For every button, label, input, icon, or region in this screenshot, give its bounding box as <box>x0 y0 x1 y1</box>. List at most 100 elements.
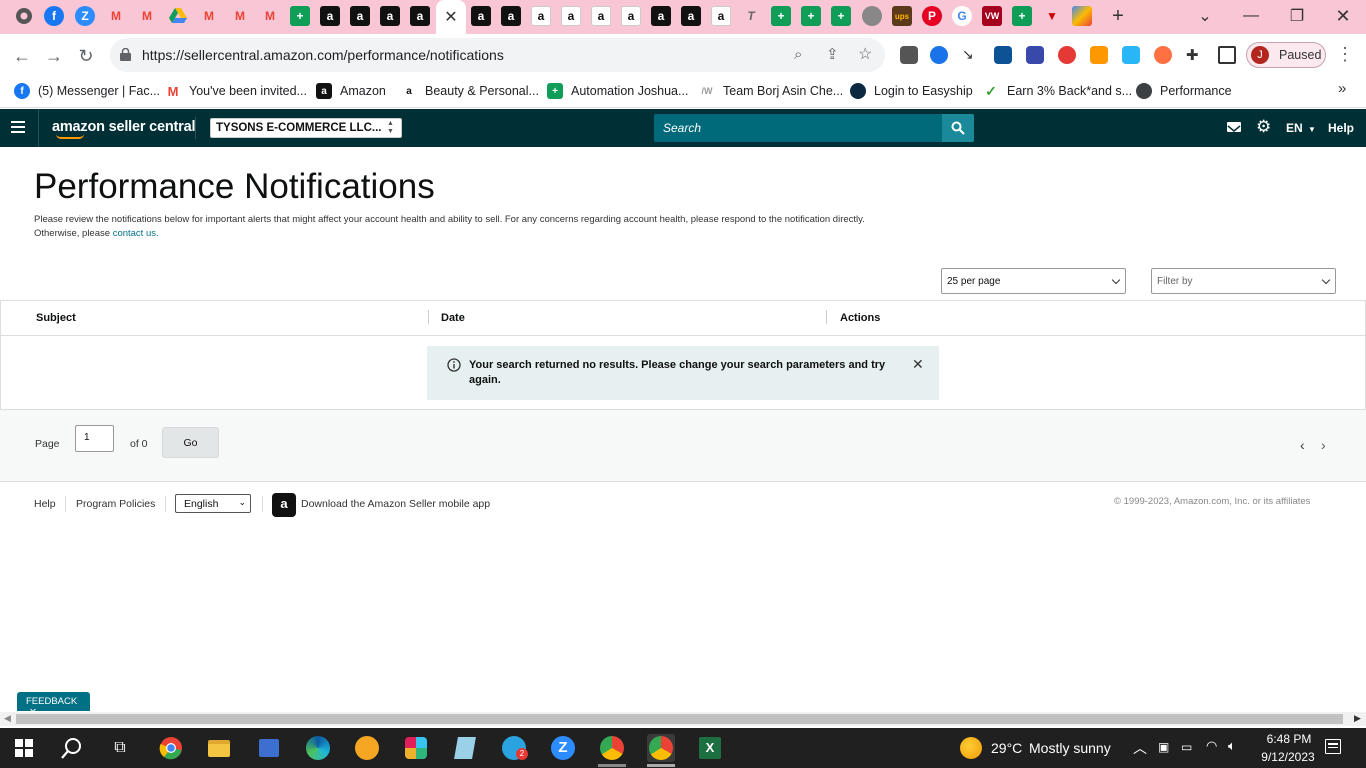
column-header-subject[interactable]: Subject <box>36 312 76 324</box>
vpn-icon[interactable] <box>353 734 381 762</box>
bookmark-automation[interactable]: + Automation Joshua... <box>547 82 688 100</box>
gmail-tab-icon[interactable]: M <box>230 6 250 26</box>
meet-now-icon[interactable]: ▣ <box>1158 740 1169 754</box>
bookmark-earn[interactable]: ✓ Earn 3% Back*and s... <box>983 82 1132 100</box>
chrome-profile-icon[interactable] <box>598 734 626 762</box>
footer-language-select[interactable]: English ⌄ <box>175 494 251 513</box>
extension-fba-icon[interactable] <box>1122 46 1140 64</box>
settings-gear-icon[interactable]: ⚙ <box>1256 117 1271 137</box>
gmail-tab-icon[interactable]: M <box>106 6 126 26</box>
amazon-tab-icon[interactable]: a <box>501 6 521 26</box>
amazon-tab-icon[interactable]: a <box>320 6 340 26</box>
extension-pokeball-icon[interactable] <box>1058 46 1076 64</box>
file-explorer-icon[interactable] <box>205 734 233 762</box>
tray-chevron-up-icon[interactable]: ︿ <box>1133 738 1147 758</box>
weather-condition[interactable]: Mostly sunny <box>1029 740 1111 756</box>
filter-select[interactable]: Filter by <box>1151 268 1336 294</box>
header-search[interactable]: Search <box>654 114 942 142</box>
sheets-tab-icon[interactable]: + <box>290 6 310 26</box>
maximize-button[interactable]: ❐ <box>1280 4 1314 28</box>
slack-icon[interactable] <box>402 734 430 762</box>
back-button[interactable]: ← <box>8 42 36 70</box>
bookmark-messenger[interactable]: f (5) Messenger | Fac... <box>14 82 160 100</box>
chrome-tab-icon[interactable] <box>14 6 34 26</box>
side-panel-icon[interactable] <box>1218 46 1236 64</box>
seller-app-icon[interactable]: a <box>272 493 296 517</box>
amazon-tab-icon[interactable]: a <box>410 6 430 26</box>
amazon-smile-tab-icon[interactable]: a <box>621 6 641 26</box>
sheets-tab-icon[interactable]: + <box>831 6 851 26</box>
weather-temperature[interactable]: 29°C <box>991 740 1022 756</box>
edge-icon[interactable] <box>304 734 332 762</box>
filter-tab-icon[interactable]: ▼ <box>1042 6 1062 26</box>
extension-ok-icon[interactable] <box>994 46 1012 64</box>
facebook-tab-icon[interactable]: f <box>44 6 64 26</box>
battery-icon[interactable]: ▭ <box>1181 740 1192 754</box>
go-button[interactable]: Go <box>162 427 219 458</box>
control-panel-icon[interactable] <box>255 734 283 762</box>
amazon-smile-tab-icon[interactable]: a <box>531 6 551 26</box>
windows-start-icon[interactable] <box>10 734 38 762</box>
globe-tab-icon[interactable] <box>862 6 882 26</box>
search-button[interactable] <box>942 114 974 142</box>
bookmark-amazon[interactable]: a Amazon <box>316 82 386 100</box>
seller-central-logo[interactable]: amazon seller central <box>52 119 195 135</box>
scrollbar-thumb[interactable] <box>16 714 1343 724</box>
sheets-tab-icon[interactable]: + <box>1012 6 1032 26</box>
amazon-tab-icon[interactable]: a <box>681 6 701 26</box>
program-policies-link[interactable]: Program Policies <box>76 498 155 510</box>
scroll-right-arrow-icon[interactable]: ▶ <box>1354 713 1361 724</box>
clock-time[interactable]: 6:48 PM <box>1259 732 1319 746</box>
minimize-button[interactable]: — <box>1234 4 1268 28</box>
task-view-icon[interactable]: ⧉ <box>106 734 134 762</box>
column-header-date[interactable]: Date <box>441 312 465 324</box>
gmail-tab-icon[interactable]: M <box>137 6 157 26</box>
url-text[interactable]: https://sellercentral.amazon.com/perform… <box>142 47 504 63</box>
browser-menu-icon[interactable]: ⋮ <box>1336 44 1354 65</box>
gmail-tab-icon[interactable]: M <box>199 6 219 26</box>
sheets-tab-icon[interactable]: + <box>771 6 791 26</box>
search-icon[interactable] <box>58 734 86 762</box>
horizontal-scrollbar[interactable]: ◀ ▶ <box>0 712 1366 726</box>
bookmark-gmail[interactable]: M You've been invited... <box>165 82 307 100</box>
previous-page-chevron-icon[interactable]: ‹ <box>1300 437 1305 453</box>
column-header-actions[interactable]: Actions <box>840 312 880 324</box>
amazon-tab-icon[interactable]: a <box>350 6 370 26</box>
bookmark-performance[interactable]: Performance <box>1136 82 1232 100</box>
chrome-taskbar-icon[interactable] <box>157 734 185 762</box>
bookmark-star-icon[interactable]: ☆ <box>858 44 872 64</box>
search-input[interactable]: Search <box>663 121 701 135</box>
notifications-center-icon[interactable] <box>1325 739 1341 754</box>
active-tab[interactable]: ✕ <box>436 0 466 34</box>
notepad-icon[interactable] <box>451 734 479 762</box>
amazon-smile-tab-icon[interactable]: a <box>591 6 611 26</box>
close-alert-icon[interactable]: ✕ <box>912 356 924 373</box>
amazon-tab-icon[interactable]: a <box>471 6 491 26</box>
download-app-link[interactable]: Download the Amazon Seller mobile app <box>301 498 490 510</box>
store-selector[interactable]: TYSONS E-COMMERCE LLC... ▲ ▼ <box>210 118 402 138</box>
hamburger-menu-icon[interactable] <box>11 121 25 133</box>
header-help-link[interactable]: Help <box>1328 121 1354 135</box>
tab-search-chevron-icon[interactable]: ⌄ <box>1188 4 1222 28</box>
clock-date[interactable]: 9/12/2023 <box>1253 750 1323 764</box>
lock-icon[interactable] <box>120 47 131 61</box>
page-number-input[interactable]: 1 <box>75 425 114 452</box>
ups-tab-icon[interactable]: ups <box>892 6 912 26</box>
close-window-button[interactable]: ✕ <box>1326 4 1360 28</box>
vw-tab-icon[interactable]: VW <box>982 6 1002 26</box>
chrome-active-icon[interactable] <box>647 734 675 762</box>
per-page-select[interactable]: 25 per page <box>941 268 1126 294</box>
zoom-icon[interactable]: ⌕ <box>794 46 802 63</box>
extension-cursor-icon[interactable]: ↘ <box>962 46 980 64</box>
zoom-taskbar-icon[interactable]: Z <box>549 734 577 762</box>
language-selector[interactable]: EN ▼ <box>1286 121 1316 135</box>
extension-circle-icon[interactable] <box>1154 46 1172 64</box>
extensions-puzzle-icon[interactable]: ✚ <box>1186 46 1204 64</box>
amazon-smile-tab-icon[interactable]: a <box>711 6 731 26</box>
next-page-chevron-icon[interactable]: › <box>1321 437 1326 453</box>
telegram-icon[interactable]: 2 <box>500 734 528 762</box>
volume-icon[interactable]: 🔈︎ <box>1228 738 1236 754</box>
gmail-tab-icon[interactable]: M <box>260 6 280 26</box>
profile-button[interactable]: J Paused <box>1246 42 1326 68</box>
bookmark-team-borj[interactable]: /W Team Borj Asin Che... <box>699 82 844 100</box>
